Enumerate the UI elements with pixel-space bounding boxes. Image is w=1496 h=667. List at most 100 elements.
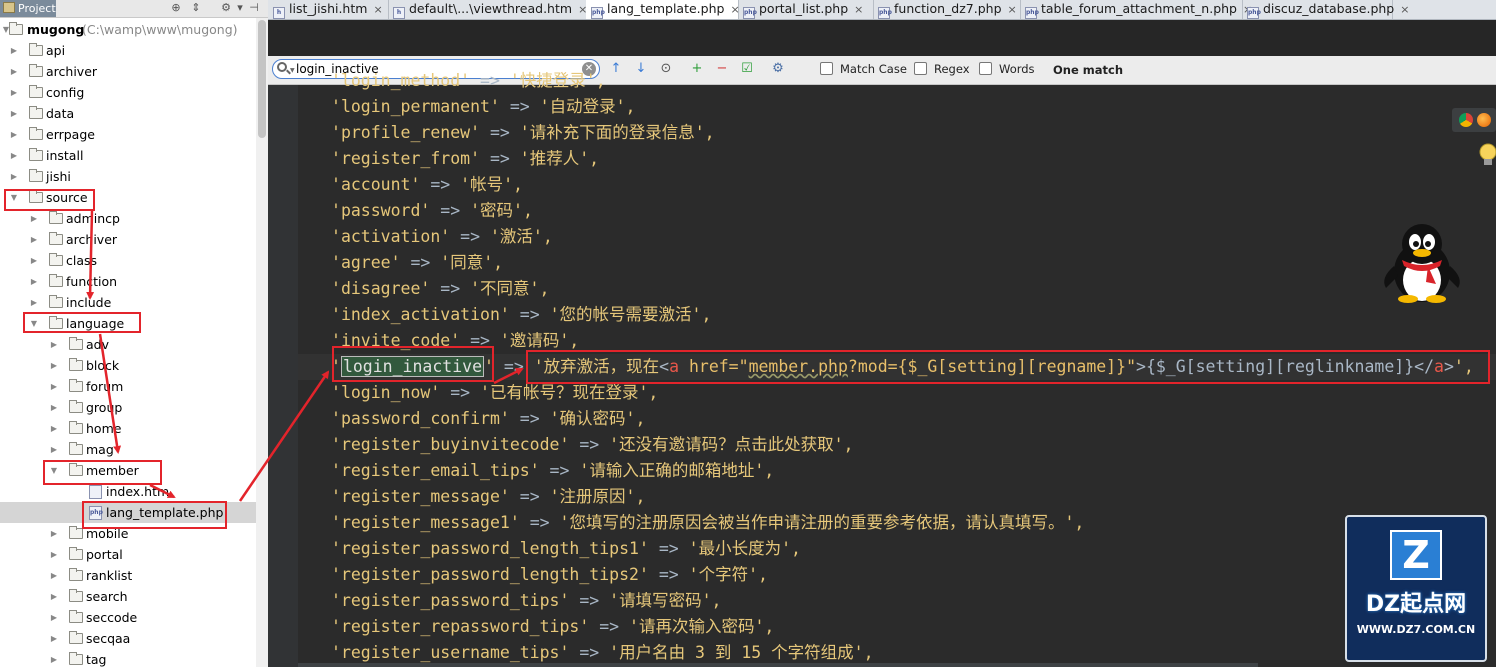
code-line[interactable]: 'register_repassword_tips' => '请再次输入密码', — [331, 614, 774, 640]
collapsed-arrow-icon[interactable]: ▶ — [29, 271, 39, 292]
code-line[interactable]: 'register_buyinvitecode' => '还没有邀请码？点击此处… — [331, 432, 853, 458]
collapsed-arrow-icon[interactable]: ▶ — [9, 124, 19, 145]
project-scrollbar-thumb[interactable] — [258, 20, 266, 138]
tree-item[interactable]: ▶ home — [0, 418, 256, 439]
firefox-icon[interactable] — [1477, 113, 1491, 127]
tree-item[interactable]: ▶ seccode — [0, 607, 256, 628]
code-line[interactable]: 'profile_renew' => '请补充下面的登录信息', — [331, 120, 715, 146]
collapsed-arrow-icon[interactable]: ▶ — [49, 355, 59, 376]
code-line[interactable]: 'disagree' => '不同意', — [331, 276, 549, 302]
collapsed-arrow-icon[interactable]: ▶ — [9, 145, 19, 166]
editor-tab[interactable]: h default\...\viewthread.htm × — [388, 0, 587, 19]
tree-item[interactable]: ▶ function — [0, 271, 256, 292]
collapsed-arrow-icon[interactable]: ▶ — [49, 607, 59, 628]
project-tab[interactable]: Project — [0, 0, 56, 17]
tree-item[interactable]: ▶ data — [0, 103, 256, 124]
tree-item[interactable]: ▶ search — [0, 586, 256, 607]
code-line[interactable]: 'login_method' => '快捷登录', — [331, 68, 606, 94]
close-tab-icon[interactable]: × — [373, 3, 382, 16]
collapsed-arrow-icon[interactable]: ▶ — [49, 334, 59, 355]
collapsed-arrow-icon[interactable]: ▶ — [49, 523, 59, 544]
editor-horizontal-scrollbar[interactable] — [298, 663, 1258, 667]
collapsed-arrow-icon[interactable]: ▶ — [9, 61, 19, 82]
tree-item[interactable]: ▶ tag — [0, 649, 256, 667]
search-history-icon[interactable]: ▼ — [290, 67, 295, 74]
collapse-icon[interactable]: ⇕ — [190, 2, 202, 14]
tree-item[interactable]: ▶ forum — [0, 376, 256, 397]
collapsed-arrow-icon[interactable]: ▶ — [49, 418, 59, 439]
select-all-occurrences-icon[interactable]: ☑ — [738, 60, 756, 78]
chrome-icon[interactable] — [1459, 113, 1473, 127]
editor-tab[interactable]: php lang_template.php × — [586, 0, 740, 19]
collapsed-arrow-icon[interactable]: ▶ — [49, 565, 59, 586]
regex-checkbox[interactable] — [914, 62, 927, 75]
code-line[interactable]: 'register_password_length_tips2' => '个字符… — [331, 562, 768, 588]
editor-tab[interactable]: php discuz_database.php × — [1242, 0, 1409, 19]
tree-item[interactable]: ▶ jishi — [0, 166, 256, 187]
code-line[interactable]: 'agree' => '同意', — [331, 250, 503, 276]
code-line[interactable]: 'index_activation' => '您的帐号需要激活', — [331, 302, 711, 328]
editor-tab[interactable]: php portal_list.php × — [738, 0, 874, 19]
tree-item[interactable]: ▶ archiver — [0, 229, 256, 250]
collapsed-arrow-icon[interactable]: ▶ — [49, 397, 59, 418]
settings-dropdown-icon[interactable]: ▾ — [234, 2, 246, 14]
collapsed-arrow-icon[interactable]: ▶ — [49, 586, 59, 607]
words-checkbox[interactable] — [979, 62, 992, 75]
previous-occurrence-icon[interactable]: ↑ — [607, 60, 625, 78]
tree-item[interactable]: ▶ ranklist — [0, 565, 256, 586]
tree-item[interactable]: ▶ class — [0, 250, 256, 271]
code-line[interactable]: 'register_password_length_tips1' => '最小长… — [331, 536, 801, 562]
code-line[interactable]: 'register_email_tips' => '请输入正确的邮箱地址', — [331, 458, 774, 484]
collapsed-arrow-icon[interactable]: ▶ — [29, 229, 39, 250]
editor-tab[interactable]: php function_dz7.php × — [873, 0, 1021, 19]
collapsed-arrow-icon[interactable]: ▶ — [49, 376, 59, 397]
editor-tab[interactable]: phptable_forum_attachment_n.php× — [1020, 0, 1252, 19]
code-line[interactable]: 'account' => '帐号', — [331, 172, 523, 198]
tree-item[interactable]: ▶ errpage — [0, 124, 256, 145]
tree-item[interactable]: ▶ api — [0, 40, 256, 61]
find-all-icon[interactable]: ⊙ — [657, 60, 675, 78]
code-line[interactable]: 'password' => '密码', — [331, 198, 533, 224]
editor-tab[interactable]: h list_jishi.htm × — [268, 0, 389, 19]
code-line[interactable]: 'login_permanent' => '自动登录', — [331, 94, 635, 120]
tree-item[interactable]: ▶ adv — [0, 334, 256, 355]
code-line[interactable]: 'register_password_tips' => '请填写密码', — [331, 588, 721, 614]
tree-item[interactable]: ▶ group — [0, 397, 256, 418]
hide-panel-icon[interactable]: ⊣ — [248, 2, 260, 14]
settings-icon[interactable]: ⚙ — [220, 2, 232, 14]
code-line[interactable]: 'activation' => '激活', — [331, 224, 553, 250]
tree-item[interactable]: ▶ config — [0, 82, 256, 103]
tree-item[interactable]: ▶ admincp — [0, 208, 256, 229]
collapsed-arrow-icon[interactable]: ▶ — [9, 103, 19, 124]
collapsed-arrow-icon[interactable]: ▶ — [9, 82, 19, 103]
collapsed-arrow-icon[interactable]: ▶ — [29, 292, 39, 313]
code-line[interactable]: 'register_message1' => '您填写的注册原因会被当作申请注册… — [331, 510, 1084, 536]
tree-item[interactable]: ▶ portal — [0, 544, 256, 565]
add-selection-icon[interactable]: + — [688, 60, 706, 78]
collapsed-arrow-icon[interactable]: ▶ — [49, 628, 59, 649]
lightbulb-icon[interactable] — [1476, 142, 1496, 168]
code-line[interactable]: 'register_message' => '注册原因', — [331, 484, 645, 510]
collapsed-arrow-icon[interactable]: ▶ — [9, 40, 19, 61]
code-line[interactable]: 'register_from' => '推荐人', — [331, 146, 599, 172]
tree-item[interactable]: ▶ install — [0, 145, 256, 166]
close-tab-icon[interactable]: × — [1400, 3, 1409, 16]
tree-item[interactable]: ▶ block — [0, 355, 256, 376]
filter-settings-icon[interactable]: ⚙ — [769, 60, 787, 78]
tree-root[interactable]: ▼ mugong (C:\wamp\www\mugong) — [0, 19, 256, 40]
tree-item[interactable]: ▶ include — [0, 292, 256, 313]
close-tab-icon[interactable]: × — [854, 3, 863, 16]
close-tab-icon[interactable]: × — [1008, 3, 1017, 16]
collapsed-arrow-icon[interactable]: ▶ — [9, 166, 19, 187]
match-case-checkbox[interactable] — [820, 62, 833, 75]
remove-selection-icon[interactable]: − — [713, 60, 731, 78]
code-line[interactable]: 'password_confirm' => '确认密码', — [331, 406, 645, 432]
tree-item[interactable]: ▶ secqaa — [0, 628, 256, 649]
collapsed-arrow-icon[interactable]: ▶ — [49, 439, 59, 460]
collapsed-arrow-icon[interactable]: ▶ — [49, 649, 59, 667]
collapsed-arrow-icon[interactable]: ▶ — [29, 208, 39, 229]
tree-item[interactable]: ▶ mag — [0, 439, 256, 460]
collapsed-arrow-icon[interactable]: ▶ — [49, 544, 59, 565]
collapsed-arrow-icon[interactable]: ▶ — [29, 250, 39, 271]
next-occurrence-icon[interactable]: ↓ — [632, 60, 650, 78]
